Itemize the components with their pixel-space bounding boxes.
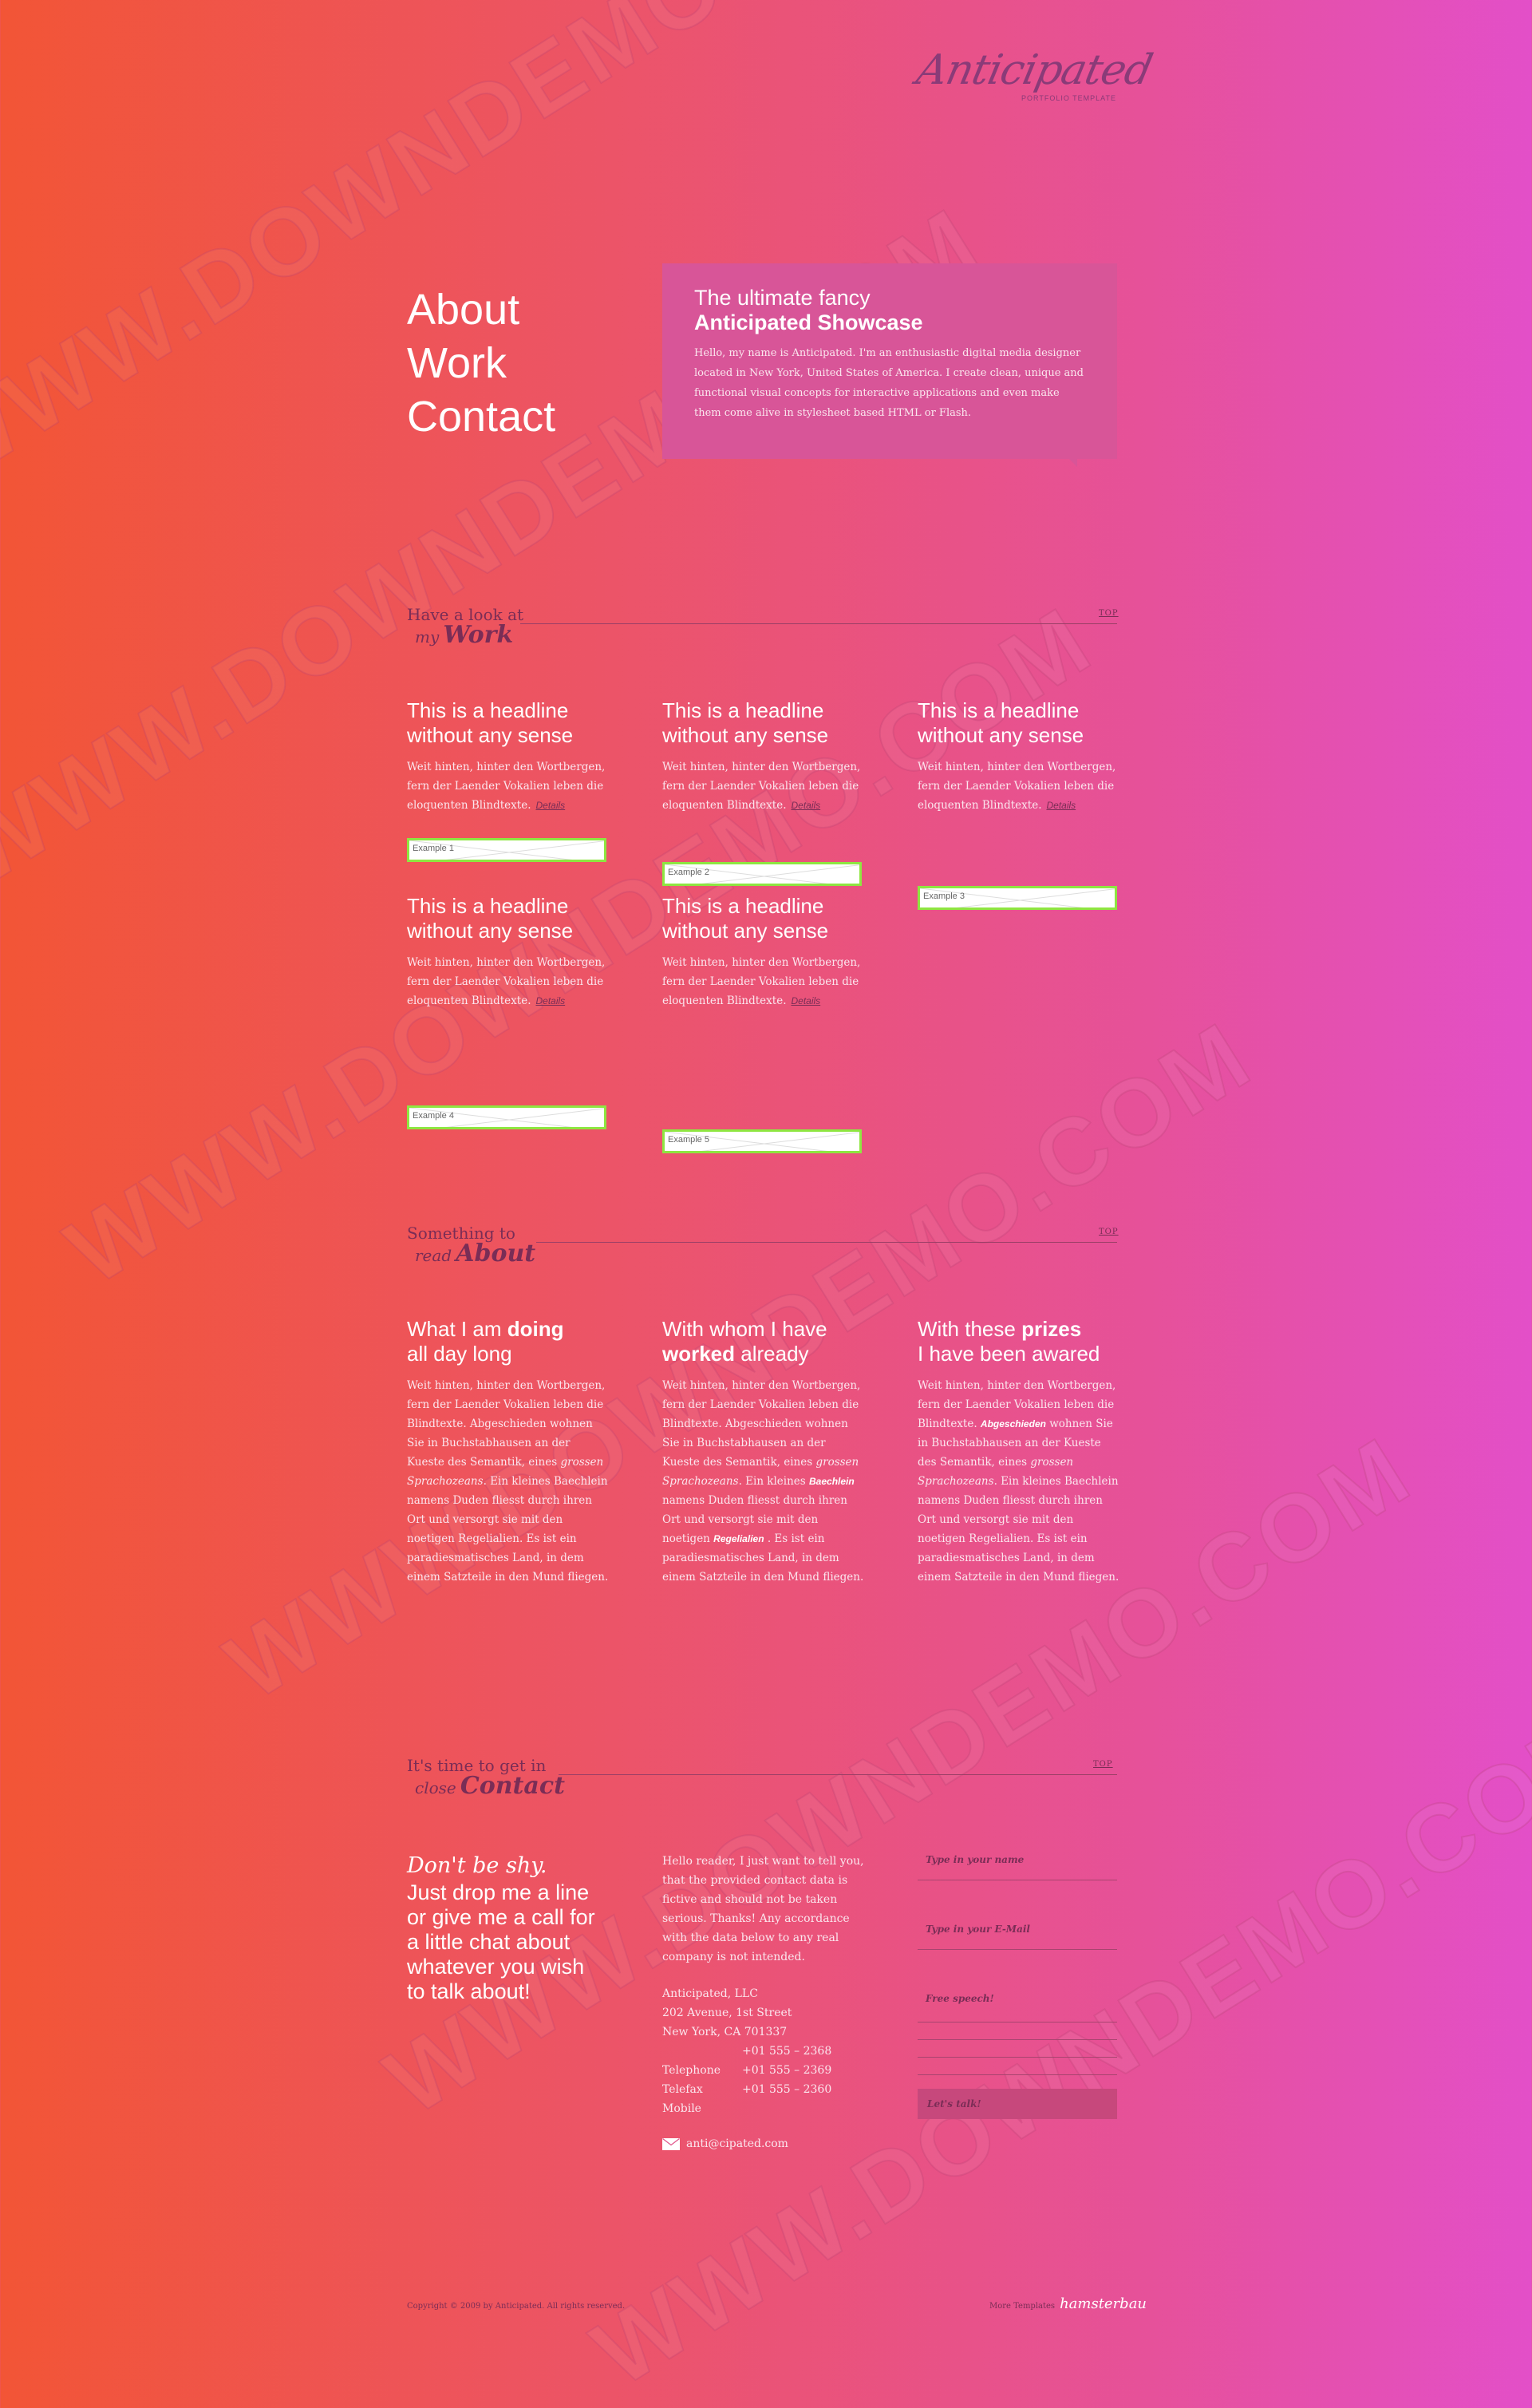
phone-value: +01 555 – 2368 — [742, 2045, 832, 2058]
contact-section-header: It's time to get in close Contact — [407, 1756, 565, 1800]
contact-intro-line1: Don't be shy. — [407, 1853, 547, 1878]
intro-title-line2: Anticipated Showcase — [694, 310, 923, 334]
phone-label: Telefax — [662, 2083, 703, 2096]
details-link[interactable]: Details — [535, 800, 565, 811]
details-link[interactable]: Details — [791, 800, 820, 811]
about-section-title: About — [456, 1240, 536, 1267]
footer-copyright: Copyright © 2009 by Anticipated. All rig… — [407, 2302, 626, 2311]
mail-icon — [662, 2137, 680, 2150]
logo-tagline: PORTFOLIO TEMPLATE — [1021, 94, 1117, 102]
about-col-headline: What I am doing all day long — [407, 1317, 564, 1366]
work-item-1: This is a headline without any sense Wei… — [407, 698, 606, 815]
nav-contact[interactable]: Contact — [407, 390, 555, 444]
work-item-3: This is a headline without any sense Wei… — [918, 698, 1117, 815]
contact-email-link[interactable]: anti@cipated.com — [686, 2134, 788, 2153]
work-thumb-label: Example 1 — [413, 844, 454, 853]
work-thumb-label: Example 4 — [413, 1111, 454, 1121]
work-item-headline: This is a headline without any sense — [407, 698, 574, 747]
work-item-text: Weit hinten, hinter den Wortbergen, fern… — [407, 956, 606, 1007]
message-field-line — [918, 2057, 1117, 2058]
work-item-headline: This is a headline without any sense — [662, 698, 829, 747]
work-thumb-1[interactable]: Example 1 — [407, 838, 606, 862]
contact-top-link[interactable]: TOP — [1093, 1760, 1113, 1769]
intro-box: The ultimate fancy Anticipated Showcase … — [662, 263, 1117, 467]
work-item-headline: This is a headline without any sense — [662, 894, 829, 943]
name-field-placeholder: Type in your name — [926, 1854, 1025, 1865]
about-col-text: Weit hinten, hinter den Wortbergen, fern… — [407, 1379, 609, 1584]
contact-form: Type in your name Type in your E-Mail Fr… — [918, 1848, 1117, 2119]
contact-email-row: anti@cipated.com — [662, 2134, 866, 2153]
work-item-2: This is a headline without any sense Wei… — [662, 698, 862, 815]
work-item-4: This is a headline without any sense Wei… — [407, 894, 606, 1010]
footer-brand-link[interactable]: hamsterbau — [1060, 2295, 1147, 2312]
main-nav: About Work Contact — [407, 283, 555, 444]
nav-about[interactable]: About — [407, 283, 555, 337]
intro-text: Hello, my name is Anticipated. I'm an en… — [694, 347, 1084, 419]
contact-section-title: Contact — [460, 1772, 565, 1800]
name-field[interactable]: Type in your name — [918, 1848, 1117, 1880]
contact-info: Hello reader, I just want to tell you, t… — [662, 1852, 866, 2153]
about-top-link[interactable]: TOP — [1099, 1228, 1119, 1236]
footer-more-templates: More Templates — [989, 2302, 1056, 2311]
work-thumb-2[interactable]: Example 2 — [662, 862, 862, 886]
phone-label: Mobile — [662, 2102, 701, 2115]
about-section-divider — [536, 1242, 1117, 1243]
message-field-line — [918, 2039, 1117, 2040]
work-thumb-5[interactable]: Example 5 — [662, 1129, 862, 1153]
contact-intro-line2: Just drop me a line or give me a call fo… — [407, 1880, 595, 2003]
phone-value: +01 555 – 2369 — [742, 2064, 832, 2077]
work-top-link[interactable]: TOP — [1099, 609, 1119, 618]
message-field-placeholder: Free speech! — [926, 1993, 994, 2004]
work-thumb-label: Example 5 — [668, 1135, 709, 1145]
work-section-title: Work — [443, 621, 514, 649]
about-col-3: With these prizes I have been awared Weit… — [918, 1317, 1121, 1587]
contact-city: New York, CA 701337 — [662, 2026, 788, 2038]
intro-title-line1: The ultimate fancy — [694, 286, 871, 310]
about-col-2: With whom I have worked already Weit hint… — [662, 1317, 866, 1587]
contact-phones: Telephone Telefax Mobile +01 555 – 2368 … — [662, 2042, 866, 2118]
about-col-text: Weit hinten, hinter den Wortbergen, fern… — [918, 1379, 1119, 1584]
contact-company: Anticipated, LLC — [662, 1987, 758, 2000]
work-item-text: Weit hinten, hinter den Wortbergen, fern… — [662, 761, 861, 812]
footer-credits: More Templates hamsterbau — [989, 2295, 1147, 2312]
about-section-header: Something to read About — [407, 1224, 535, 1267]
email-field[interactable]: Type in your E-Mail — [918, 1917, 1117, 1950]
details-link[interactable]: Details — [791, 995, 820, 1006]
work-thumb-4[interactable]: Example 4 — [407, 1105, 606, 1129]
work-section-divider — [520, 623, 1117, 624]
work-item-text: Weit hinten, hinter den Wortbergen, fern… — [407, 761, 606, 812]
about-section-sub: read — [415, 1246, 452, 1265]
about-col-1: What I am doing all day long Weit hinten,… — [407, 1317, 610, 1587]
details-link[interactable]: Details — [535, 995, 565, 1006]
work-item-text: Weit hinten, hinter den Wortbergen, fern… — [918, 761, 1116, 812]
contact-street: 202 Avenue, 1st Street — [662, 2007, 792, 2019]
work-thumb-label: Example 2 — [668, 868, 709, 877]
phone-label: Telephone — [662, 2064, 721, 2077]
work-section-header: Have a look at my Work — [407, 605, 523, 649]
about-col-headline: With these prizes I have been awared — [918, 1317, 1100, 1366]
work-item-5: This is a headline without any sense Wei… — [662, 894, 862, 1010]
work-item-text: Weit hinten, hinter den Wortbergen, fern… — [662, 956, 861, 1007]
message-field-line — [918, 2074, 1117, 2075]
contact-section-sub: close — [415, 1778, 456, 1797]
about-col-text: Weit hinten, hinter den Wortbergen, fern… — [662, 1379, 864, 1584]
work-section-sub: my — [415, 627, 440, 646]
work-item-headline: This is a headline without any sense — [918, 698, 1084, 747]
work-thumb-label: Example 3 — [923, 892, 965, 901]
contact-intro: Don't be shy. Just drop me a line or giv… — [407, 1852, 606, 2004]
message-field[interactable]: Free speech! — [918, 1987, 1117, 2022]
submit-button[interactable]: Let's talk! — [918, 2089, 1117, 2119]
work-thumb-3[interactable]: Example 3 — [918, 886, 1117, 910]
nav-work[interactable]: Work — [407, 337, 555, 390]
phone-value: +01 555 – 2360 — [742, 2083, 832, 2096]
logo[interactable]: Anticipated — [913, 46, 1156, 94]
email-field-placeholder: Type in your E-Mail — [926, 1924, 1030, 1935]
work-item-headline: This is a headline without any sense — [407, 894, 574, 943]
contact-notice: Hello reader, I just want to tell you, t… — [662, 1855, 864, 1963]
contact-section-divider — [559, 1774, 1117, 1775]
details-link[interactable]: Details — [1046, 800, 1076, 811]
about-col-headline: With whom I have worked already — [662, 1317, 827, 1366]
